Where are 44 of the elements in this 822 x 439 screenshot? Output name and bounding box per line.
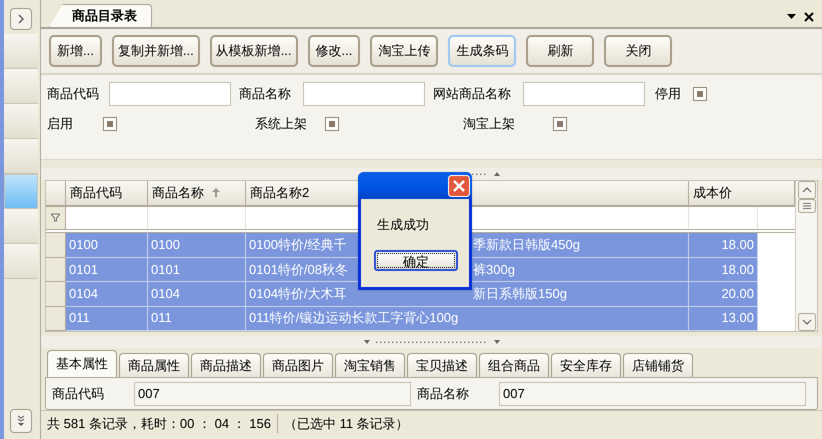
table-cell-text: 裤300g <box>473 260 515 279</box>
detail-tab[interactable]: 淘宝销售 <box>335 353 405 377</box>
table-cell-text: 0104特价/大木耳 <box>249 285 347 303</box>
detail-tab[interactable]: 商品描述 <box>191 353 261 377</box>
status-text: 共 581 条记录，耗时：00 ： 04 ： 156 <box>41 414 278 434</box>
detail-tab[interactable]: 宝贝描述 <box>407 353 477 377</box>
status-text: （已选中 11 条记录） <box>282 414 410 433</box>
detail-tab[interactable]: 组合商品 <box>479 353 549 377</box>
table-cell-text: 0101特价/08秋冬 <box>249 260 348 279</box>
field-label: 商品代码 <box>47 85 100 104</box>
detail-tab[interactable]: 安全库存 <box>551 353 621 377</box>
toolbar-button[interactable]: 新增... <box>49 35 102 67</box>
document-tab[interactable]: 商品目录表 <box>49 4 152 27</box>
table-cell: 011 <box>148 306 246 331</box>
detail-tab[interactable]: 基本属性 <box>47 350 117 377</box>
table-cell: 011 <box>66 306 148 331</box>
dialog-message: 生成成功 <box>377 216 430 234</box>
checkbox-label: 启用 <box>47 115 74 134</box>
toolbar-button[interactable]: 修改... <box>308 35 360 67</box>
column-header[interactable]: 商品名称 <box>148 181 246 205</box>
table-cell-text: 季新款日韩版450g <box>473 236 580 254</box>
checkbox-label: 系统上架 <box>255 115 308 134</box>
field-label: 商品名称 <box>417 384 470 403</box>
toolbar-button[interactable]: 生成条码 <box>448 35 516 67</box>
checkbox-label: 淘宝上架 <box>463 115 516 134</box>
toolbar-button[interactable]: 刷新 <box>526 35 594 67</box>
table-cell-text: 0100特价/经典千 <box>249 236 347 254</box>
checkbox-label: 停用 <box>655 85 681 104</box>
detail-tab[interactable]: 商品图片 <box>263 353 333 377</box>
toolbar-button[interactable]: 关闭 <box>604 35 672 67</box>
input-field[interactable]: 007 <box>134 382 411 406</box>
table-cell-text: 011特价/镶边运动长款工字背心100g <box>249 309 458 328</box>
column-header[interactable]: 商品代码 <box>66 181 148 205</box>
input-field[interactable]: 007 <box>499 382 806 406</box>
table-cell-text: 新日系韩版150g <box>473 285 567 303</box>
toolbar-button[interactable]: 复制并新增... <box>112 35 200 67</box>
toolbar-button[interactable]: 从模板新增... <box>210 35 298 67</box>
ok-button[interactable]: 确定 <box>374 250 458 270</box>
field-label: 商品名称 <box>239 85 292 104</box>
toolbar-button[interactable]: 淘宝上传 <box>370 35 438 67</box>
detail-tab[interactable]: 店铺铺货 <box>623 353 693 377</box>
field-label: 商品代码 <box>52 384 105 403</box>
detail-tab[interactable]: 商品属性 <box>119 353 189 377</box>
field-label: 网站商品名称 <box>433 85 512 104</box>
